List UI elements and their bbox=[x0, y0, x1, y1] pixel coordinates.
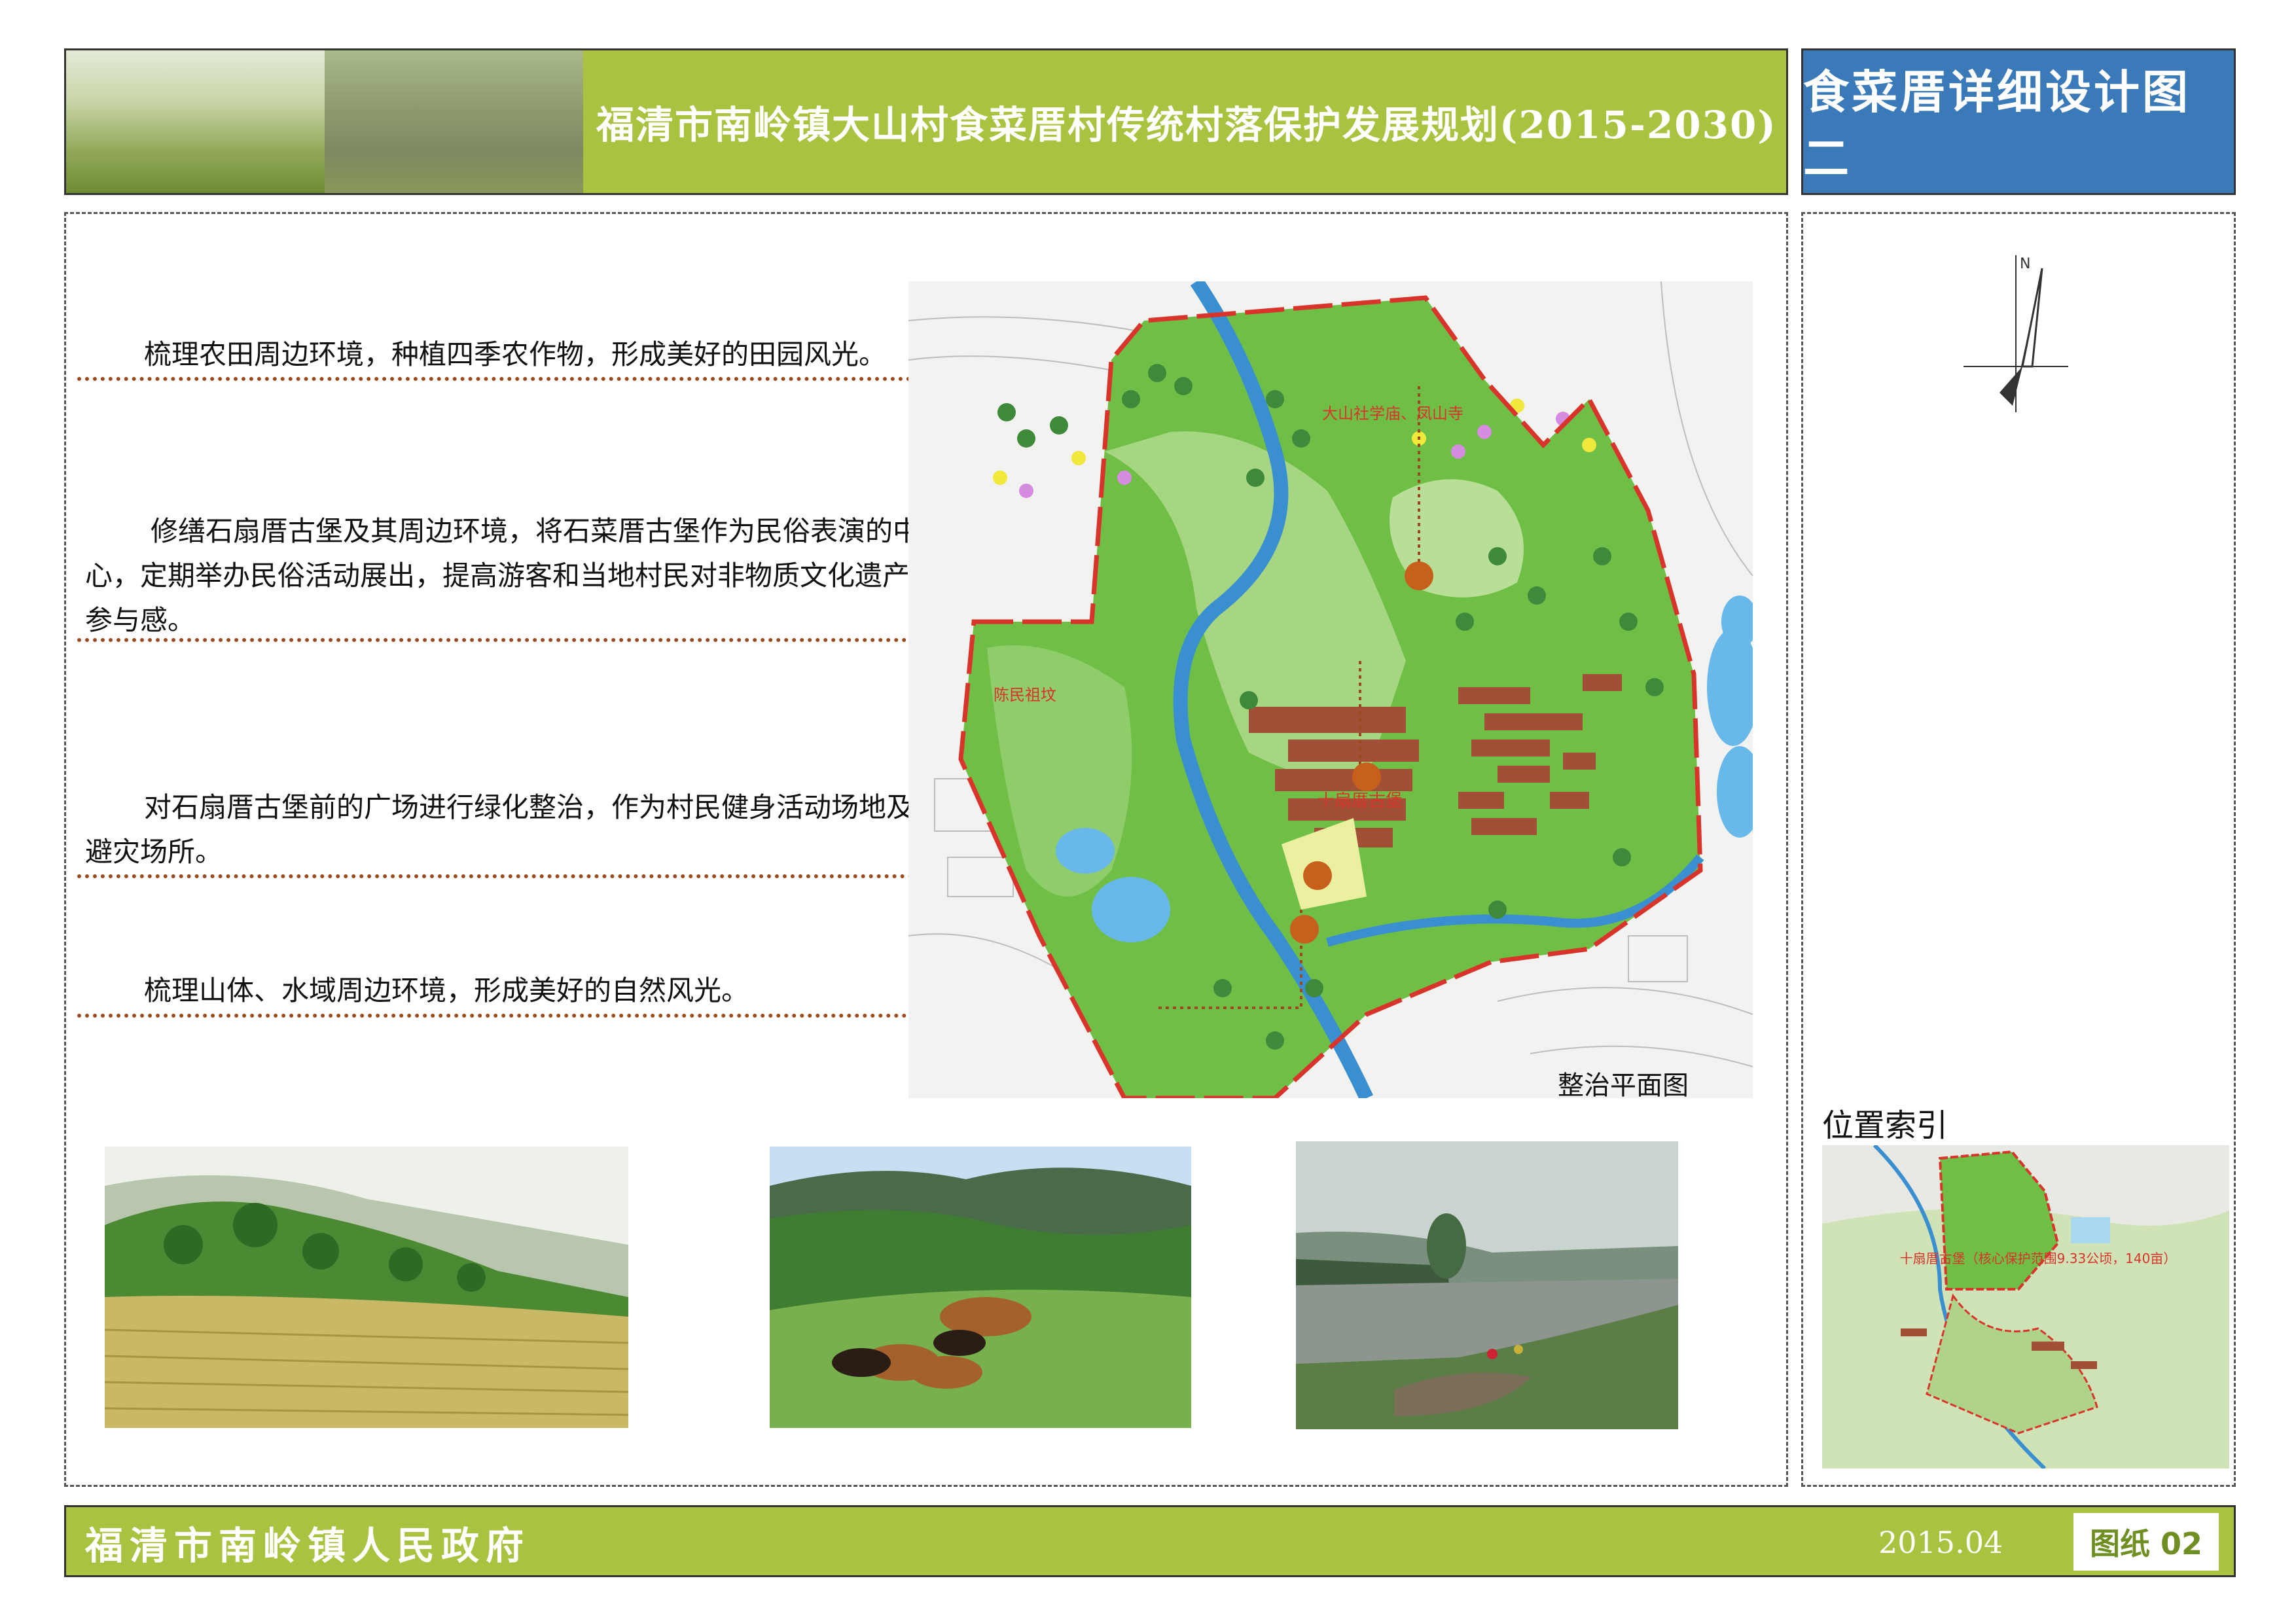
sheet-number: 图纸 02 bbox=[2073, 1513, 2219, 1571]
map-label-tomb: 陈民祖坟 bbox=[994, 686, 1056, 704]
cattle-grassland-photo bbox=[770, 1147, 1191, 1428]
note-farmland: 梳理农田周边环境，种植四季农作物，形成美好的田园风光。 bbox=[144, 338, 887, 370]
note-landscape: 梳理山体、水域周边环境，形成美好的自然风光。 bbox=[144, 974, 749, 1006]
footer-date: 2015.04 bbox=[1878, 1525, 2003, 1560]
plan-title: 福清市南岭镇大山村食菜厝村传统村落保护发展规划(2015-2030) bbox=[596, 103, 1777, 147]
location-index-title: 位置索引 bbox=[1822, 1107, 1948, 1144]
location-index-map: 十扇厝古堡（核心保护范围9.33公顷，140亩） bbox=[1822, 1145, 2229, 1469]
farmland-photo bbox=[105, 1147, 628, 1428]
note-fort: 修缮石扇厝古堡及其周边环境，将石菜厝古堡作为民俗表演的中心，定期举办民俗活动展出… bbox=[85, 515, 938, 636]
location-index-label: 十扇厝古堡（核心保护范围9.33公顷，140亩） bbox=[1900, 1251, 2177, 1266]
header-village-photo bbox=[325, 50, 583, 193]
map-label-fort: 十扇厝古堡 bbox=[1318, 791, 1403, 811]
map-caption: 整治平面图 bbox=[1558, 1071, 1689, 1101]
north-arrow-icon: N bbox=[1964, 255, 2068, 412]
footer-organization: 福清市南岭镇人民政府 bbox=[85, 1523, 531, 1568]
note-plaza: 对石扇厝古堡前的广场进行绿化整治，作为村民健身活动场地及应急避灾场所。 bbox=[85, 791, 969, 868]
misty-lake-photo bbox=[1296, 1141, 1678, 1429]
site-plan-map: 大山社学庙、凤山寺 陈民祖坟 十扇厝古堡 bbox=[908, 281, 1753, 1098]
header-bar: 福清市南岭镇大山村食菜厝村传统村落保护发展规划(2015-2030) bbox=[64, 48, 1788, 195]
sheet-title: 食菜厝详细设计图二 bbox=[1801, 48, 2236, 195]
map-label-temple: 大山社学庙、凤山寺 bbox=[1322, 404, 1463, 423]
north-letter: N bbox=[2020, 256, 2030, 272]
